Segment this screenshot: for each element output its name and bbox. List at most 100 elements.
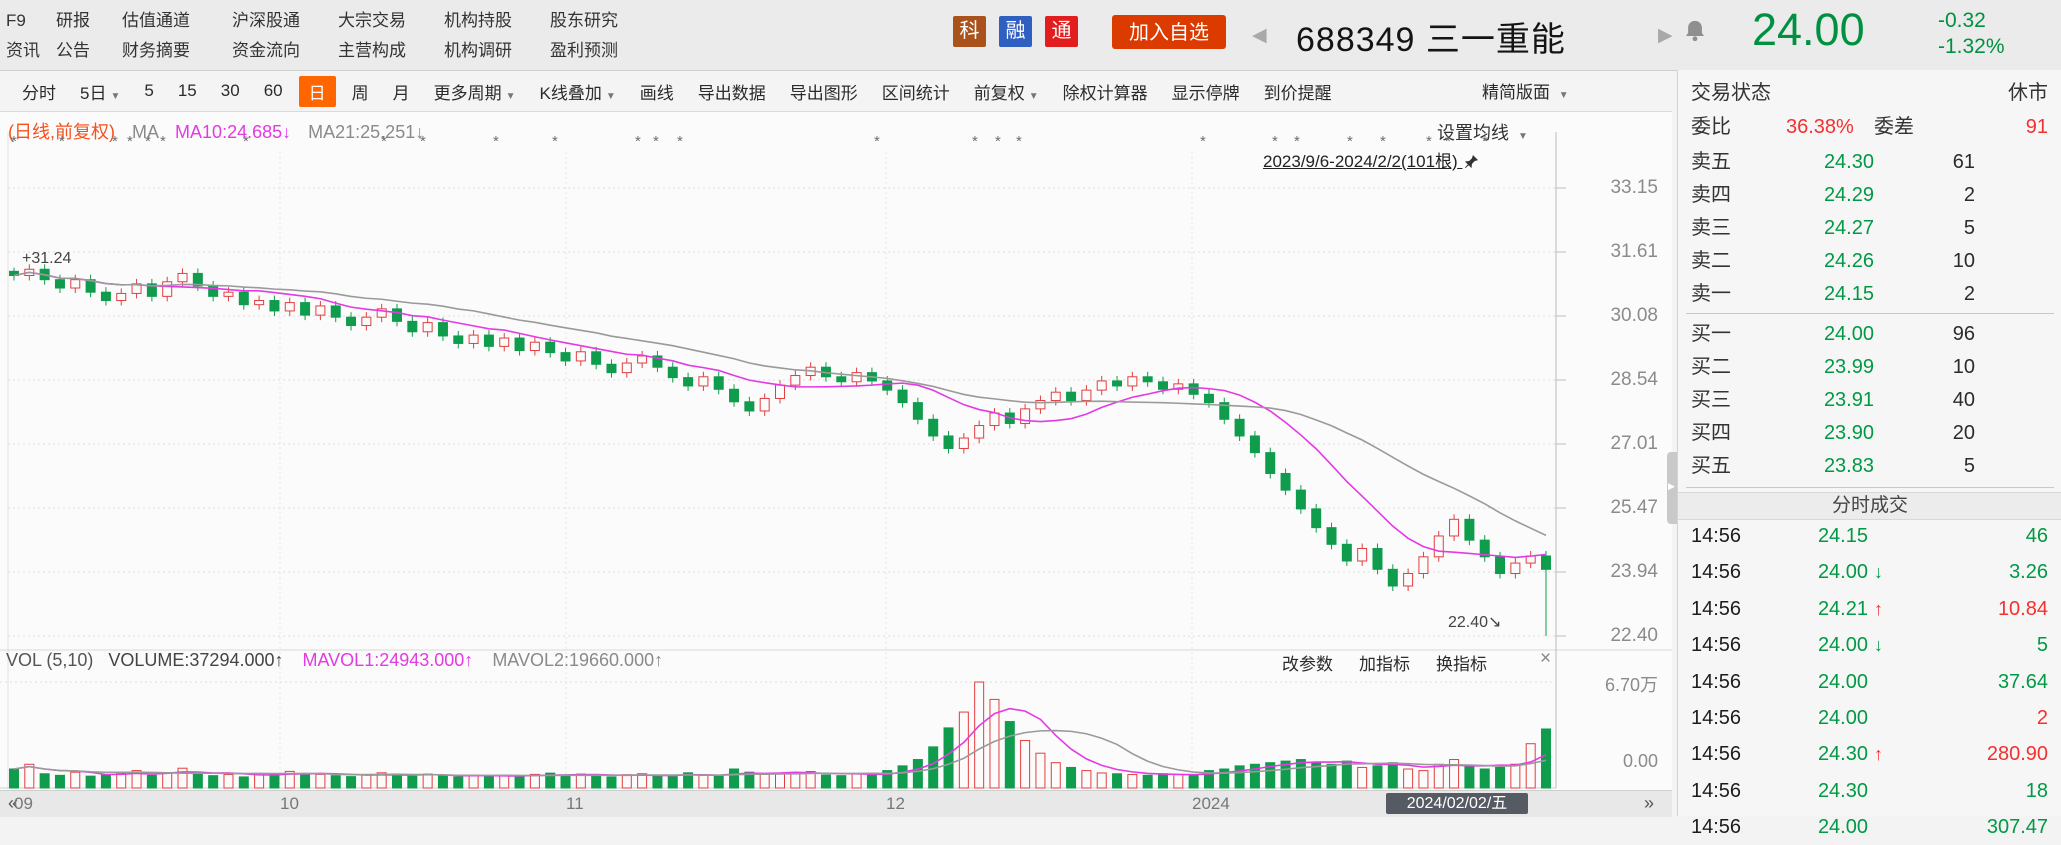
close-indicator-icon[interactable]: × bbox=[1540, 648, 1551, 670]
tick-qty: 2 bbox=[2036, 707, 2048, 729]
menu-item-资金流向[interactable]: 资金流向 bbox=[232, 36, 338, 66]
layout-toggle[interactable]: 精简版面 ▼ bbox=[1482, 78, 1569, 103]
announcement-marker-icon[interactable]: * bbox=[11, 133, 17, 150]
menu-item-盈利预测[interactable]: 盈利预测 bbox=[550, 36, 636, 66]
candlestick-chart[interactable] bbox=[0, 112, 1672, 790]
toolbar-item-K线叠加[interactable]: K线叠加 ▼ bbox=[528, 76, 628, 107]
tick-price: 24.30 bbox=[1817, 779, 1868, 802]
toolbar-item-30[interactable]: 30 bbox=[209, 78, 252, 104]
toolbar-item-周[interactable]: 周 bbox=[340, 76, 381, 107]
menu-item-股东研究[interactable]: 股东研究 bbox=[550, 6, 636, 36]
panel-collapse-handle[interactable] bbox=[1667, 452, 1677, 524]
menu-item-估值通道[interactable]: 估值通道 bbox=[122, 6, 232, 36]
tick-row: 14:56 24.30 18 bbox=[1678, 773, 2061, 809]
next-stock-icon[interactable]: ▶ bbox=[1658, 24, 1673, 47]
announcement-marker-icon[interactable]: * bbox=[59, 133, 65, 150]
price-tick-label: 23.94 bbox=[1610, 561, 1658, 582]
add-to-watchlist-button[interactable]: 加入自选 bbox=[1112, 15, 1226, 49]
price-alert-bell-icon[interactable] bbox=[1684, 18, 1706, 44]
toolbar-item-月[interactable]: 月 bbox=[381, 76, 422, 107]
orderbook-row-卖一[interactable]: 卖一 24.15 2 bbox=[1678, 278, 2061, 311]
announcement-marker-icon[interactable]: * bbox=[874, 133, 880, 150]
toolbar-item-5[interactable]: 5 bbox=[132, 78, 165, 104]
orderbook-row-卖四[interactable]: 卖四 24.29 2 bbox=[1678, 179, 2061, 212]
vol-button-换指标[interactable]: 换指标 bbox=[1436, 650, 1487, 675]
announcement-marker-icon[interactable]: * bbox=[1426, 133, 1432, 150]
toolbar-item-分时[interactable]: 分时 bbox=[10, 76, 68, 107]
announcement-marker-icon[interactable]: * bbox=[160, 133, 166, 150]
toolbar-item-显示停牌[interactable]: 显示停牌 bbox=[1160, 76, 1252, 107]
orderbook-row-卖二[interactable]: 卖二 24.26 10 bbox=[1678, 245, 2061, 278]
prev-stock-icon[interactable]: ◀ bbox=[1252, 24, 1267, 47]
menu-item-大宗交易[interactable]: 大宗交易 bbox=[338, 6, 444, 36]
announcement-marker-icon[interactable]: * bbox=[635, 133, 641, 150]
announcement-marker-icon[interactable]: * bbox=[243, 133, 249, 150]
announcement-marker-icon[interactable]: * bbox=[1380, 133, 1386, 150]
announcement-marker-icon[interactable]: * bbox=[1200, 133, 1206, 150]
announcement-marker-icon[interactable]: * bbox=[1294, 133, 1300, 150]
toolbar-item-更多周期[interactable]: 更多周期 ▼ bbox=[422, 76, 528, 107]
level-price: 23.99 bbox=[1823, 356, 1874, 378]
toolbar-item-5日[interactable]: 5日 ▼ bbox=[68, 76, 132, 107]
announcement-marker-icon[interactable]: * bbox=[493, 133, 499, 150]
menu-item-机构调研[interactable]: 机构调研 bbox=[444, 36, 550, 66]
stock-code: 688349 bbox=[1296, 21, 1416, 59]
level-label: 买五 bbox=[1691, 455, 1731, 477]
announcement-marker-icon[interactable]: * bbox=[552, 133, 558, 150]
menu-item-主营构成[interactable]: 主营构成 bbox=[338, 36, 444, 66]
announcement-marker-icon[interactable]: * bbox=[1445, 133, 1451, 150]
vol-button-改参数[interactable]: 改参数 bbox=[1282, 650, 1333, 675]
announcement-marker-icon[interactable]: * bbox=[677, 133, 683, 150]
orderbook-row-买四[interactable]: 买四 23.90 20 bbox=[1678, 417, 2061, 450]
orderbook-row-买二[interactable]: 买二 23.99 10 bbox=[1678, 351, 2061, 384]
date-range-link[interactable]: 2023/9/6-2024/2/2(101根) bbox=[1263, 147, 1479, 172]
chevron-down-icon: ▼ bbox=[1558, 90, 1569, 101]
menu-item-沪深股通[interactable]: 沪深股通 bbox=[232, 6, 338, 36]
orderbook-row-卖五[interactable]: 卖五 24.30 61 bbox=[1678, 146, 2061, 179]
menu-item-资讯[interactable]: 资讯 bbox=[6, 36, 56, 66]
chevron-down-icon: ▼ bbox=[605, 90, 616, 102]
toolbar-item-60[interactable]: 60 bbox=[252, 78, 295, 104]
toolbar-item-导出数据[interactable]: 导出数据 bbox=[686, 76, 778, 107]
announcement-marker-icon[interactable]: * bbox=[127, 133, 133, 150]
flag-badge-融[interactable]: 融 bbox=[999, 16, 1032, 47]
toolbar-item-前复权[interactable]: 前复权 ▼ bbox=[962, 76, 1051, 107]
announcement-marker-icon[interactable]: * bbox=[381, 133, 387, 150]
level-price: 23.90 bbox=[1823, 422, 1874, 444]
menu-item-财务摘要[interactable]: 财务摘要 bbox=[122, 36, 232, 66]
announcement-marker-icon[interactable]: * bbox=[995, 133, 1001, 150]
toolbar-item-15[interactable]: 15 bbox=[166, 78, 209, 104]
toolbar-item-导出图形[interactable]: 导出图形 bbox=[778, 76, 870, 107]
announcement-marker-icon[interactable]: * bbox=[112, 133, 118, 150]
up-arrow-icon: ↑ bbox=[1874, 598, 1883, 619]
vol-button-加指标[interactable]: 加指标 bbox=[1359, 650, 1410, 675]
toolbar-item-除权计算器[interactable]: 除权计算器 bbox=[1051, 76, 1160, 107]
orderbook-row-买三[interactable]: 买三 23.91 40 bbox=[1678, 384, 2061, 417]
orderbook-row-买五[interactable]: 买五 23.83 5 bbox=[1678, 450, 2061, 483]
indicator-buttons: 改参数 加指标 换指标 bbox=[1282, 650, 1487, 675]
toolbar-item-画线[interactable]: 画线 bbox=[628, 76, 686, 107]
orderbook-row-卖三[interactable]: 卖三 24.27 5 bbox=[1678, 212, 2061, 245]
announcement-marker-icon[interactable]: * bbox=[1482, 133, 1488, 150]
announcement-marker-icon[interactable]: * bbox=[972, 133, 978, 150]
toolbar-item-日[interactable]: 日 bbox=[298, 75, 336, 107]
flag-badge-科[interactable]: 科 bbox=[953, 16, 986, 47]
announcement-marker-icon[interactable]: * bbox=[145, 133, 151, 150]
menu-item-机构持股[interactable]: 机构持股 bbox=[444, 6, 550, 36]
toolbar-item-区间统计[interactable]: 区间统计 bbox=[870, 76, 962, 107]
price-tick-label: 28.54 bbox=[1610, 369, 1658, 390]
level-qty: 40 bbox=[1952, 389, 1975, 411]
menu-item-F9[interactable]: F9 bbox=[6, 6, 56, 36]
announcement-marker-icon[interactable]: * bbox=[1016, 133, 1022, 150]
flag-badge-通[interactable]: 通 bbox=[1045, 16, 1078, 47]
announcement-marker-icon[interactable]: * bbox=[1347, 133, 1353, 150]
menu-item-公告[interactable]: 公告 bbox=[56, 36, 122, 66]
announcement-marker-icon[interactable]: * bbox=[1272, 133, 1278, 150]
toolbar-item-到价提醒[interactable]: 到价提醒 bbox=[1252, 76, 1344, 107]
change-value: -0.32 bbox=[1938, 9, 1986, 32]
announcement-marker-icon[interactable]: * bbox=[653, 133, 659, 150]
orderbook-row-买一[interactable]: 买一 24.00 96 bbox=[1678, 318, 2061, 351]
announcement-marker-icon[interactable]: * bbox=[420, 133, 426, 150]
menu-item-研报[interactable]: 研报 bbox=[56, 6, 122, 36]
scroll-right-icon[interactable]: » bbox=[1644, 793, 1654, 814]
